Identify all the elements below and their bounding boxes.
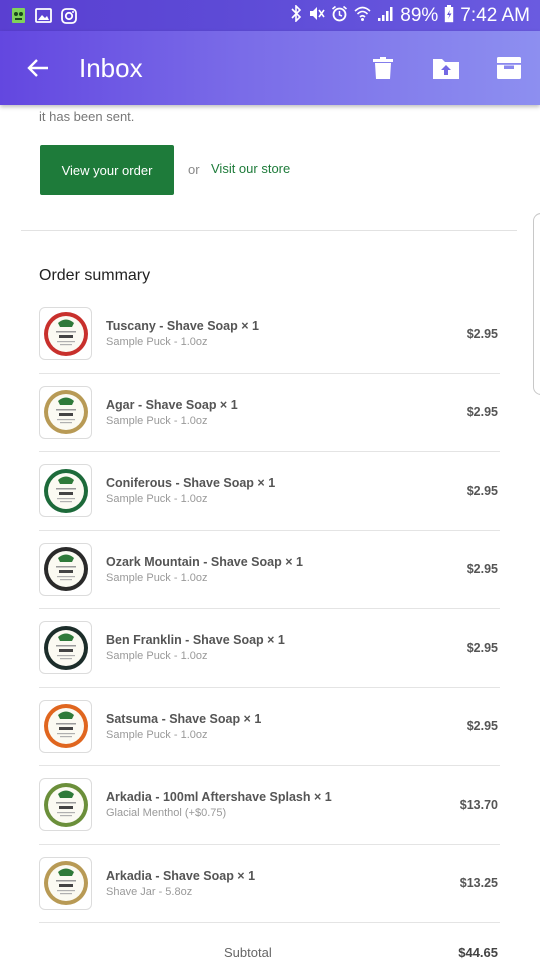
section-divider [21, 230, 517, 231]
item-details: Coniferous - Shave Soap × 1 Sample Puck -… [106, 476, 275, 505]
instagram-icon [60, 7, 77, 24]
delete-button[interactable] [351, 31, 414, 105]
order-item[interactable]: Tuscany - Shave Soap × 1 Sample Puck - 1.… [39, 295, 500, 374]
move-to-button[interactable] [414, 31, 477, 105]
order-item[interactable]: Ben Franklin - Shave Soap × 1 Sample Puck… [39, 609, 500, 688]
item-name: Coniferous - Shave Soap × 1 [106, 476, 276, 491]
item-variant: Sample Puck - 1.0oz [106, 493, 208, 506]
bluetooth-icon [291, 4, 302, 26]
item-price: $2.95 [466, 326, 498, 341]
or-separator: or [188, 162, 200, 177]
item-details: Arkadia - Shave Soap × 1 Shave Jar - 5.8o… [106, 869, 255, 898]
archive-button[interactable] [477, 31, 540, 105]
visit-store-link[interactable]: Visit our store [211, 161, 290, 176]
item-variant: Sample Puck - 1.0oz [106, 571, 208, 584]
subtotal-value: $44.65 [458, 945, 498, 960]
item-price: $2.95 [466, 405, 498, 420]
product-thumbnail[interactable] [39, 699, 92, 753]
status-bar: 89% 7:42 AM [0, 0, 540, 31]
order-item[interactable]: Coniferous - Shave Soap × 1 Sample Puck -… [39, 452, 500, 531]
item-name: Ben Franklin - Shave Soap × 1 [106, 633, 285, 648]
order-item[interactable]: Satsuma - Shave Soap × 1 Sample Puck - 1.… [39, 688, 500, 766]
item-name: Arkadia - Shave Soap × 1 [106, 868, 256, 883]
wifi-icon [354, 5, 371, 26]
item-price: $13.25 [459, 876, 498, 891]
notification-icons [10, 7, 77, 24]
item-details: Ben Franklin - Shave Soap × 1 Sample Puck… [106, 633, 285, 662]
alarm-icon [331, 5, 348, 26]
battery-icon [444, 4, 454, 27]
item-variant: Sample Puck - 1.0oz [106, 336, 208, 349]
app-notification-icon [10, 7, 27, 24]
order-item[interactable]: Arkadia - Shave Soap × 1 Shave Jar - 5.8o… [39, 845, 500, 923]
product-thumbnail[interactable] [39, 307, 92, 361]
soap-label-image [43, 861, 88, 906]
item-variant: Sample Puck - 1.0oz [106, 414, 208, 427]
item-variant: Sample Puck - 1.0oz [106, 650, 208, 663]
item-price: $2.95 [466, 562, 498, 577]
toolbar-actions [351, 31, 540, 105]
view-order-button[interactable]: View your order [40, 145, 174, 195]
order-summary-heading: Order summary [39, 267, 151, 284]
move-to-folder-icon [432, 59, 459, 79]
soap-label-image [43, 782, 88, 827]
subtotal-label: Subtotal [224, 945, 272, 960]
soap-label-image [43, 704, 88, 749]
mute-icon [308, 5, 325, 26]
order-items-list: Tuscany - Shave Soap × 1 Sample Puck - 1.… [39, 295, 500, 923]
item-name: Tuscany - Shave Soap × 1 [106, 319, 259, 334]
order-item[interactable]: Ozark Mountain - Shave Soap × 1 Sample Pu… [39, 531, 500, 609]
item-name: Satsuma - Shave Soap × 1 [106, 711, 262, 726]
product-thumbnail[interactable] [39, 621, 92, 675]
order-item[interactable]: Arkadia - 100ml Aftershave Splash × 1 Gla… [39, 766, 500, 845]
item-details: Tuscany - Shave Soap × 1 Sample Puck - 1.… [106, 319, 259, 348]
archive-icon [496, 57, 521, 79]
item-variant: Shave Jar - 5.8oz [106, 885, 193, 898]
signal-icon [377, 5, 394, 26]
item-details: Arkadia - 100ml Aftershave Splash × 1 Gla… [106, 790, 332, 819]
item-name: Ozark Mountain - Shave Soap × 1 [106, 554, 303, 569]
item-price: $2.95 [466, 483, 498, 498]
product-thumbnail[interactable] [39, 542, 92, 596]
product-thumbnail[interactable] [39, 385, 92, 439]
item-details: Ozark Mountain - Shave Soap × 1 Sample Pu… [106, 555, 303, 584]
sent-message-text: it has been sent. [39, 109, 135, 124]
order-item[interactable]: Agar - Shave Soap × 1 Sample Puck - 1.0oz… [39, 374, 500, 452]
back-arrow-icon [27, 59, 48, 77]
soap-label-image [43, 311, 88, 356]
product-thumbnail[interactable] [39, 778, 92, 832]
battery-percent: 89% [400, 4, 439, 26]
item-name: Agar - Shave Soap × 1 [106, 397, 238, 412]
page-title: Inbox [79, 52, 143, 83]
email-body: it has been sent. View your order or Vis… [0, 105, 540, 960]
item-price: $2.95 [466, 719, 498, 734]
soap-label-image [43, 625, 88, 670]
item-variant: Sample Puck - 1.0oz [106, 728, 208, 741]
image-icon [35, 7, 52, 24]
item-details: Satsuma - Shave Soap × 1 Sample Puck - 1.… [106, 712, 261, 741]
item-price: $13.70 [459, 797, 498, 812]
clock: 7:42 AM [460, 4, 530, 26]
product-thumbnail[interactable] [39, 464, 92, 518]
item-name: Arkadia - 100ml Aftershave Splash × 1 [106, 790, 332, 805]
item-variant: Glacial Menthol (+$0.75) [106, 807, 227, 820]
soap-label-image [43, 547, 88, 592]
edge-panel-handle[interactable] [533, 213, 540, 395]
item-details: Agar - Shave Soap × 1 Sample Puck - 1.0oz [106, 398, 238, 427]
delete-icon [372, 57, 393, 79]
system-status: 89% 7:42 AM [291, 4, 530, 27]
back-button[interactable] [0, 31, 76, 105]
soap-label-image [43, 390, 88, 435]
item-price: $2.95 [466, 640, 498, 655]
soap-label-image [43, 468, 88, 513]
app-bar: Inbox [0, 31, 540, 105]
product-thumbnail[interactable] [39, 856, 92, 910]
